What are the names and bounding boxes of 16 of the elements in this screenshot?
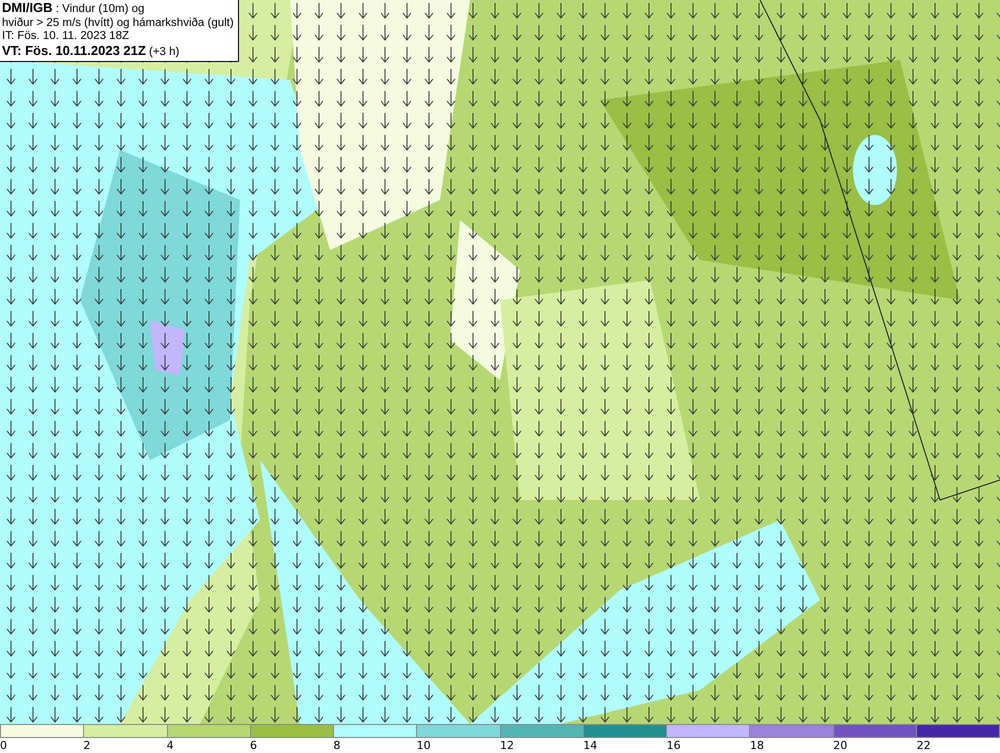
title-line: hviður > 25 m/s (hvítt) og hámarkshviða (gult): [2, 16, 234, 30]
legend-label: 18: [750, 739, 764, 752]
legend-label: 8: [333, 739, 340, 752]
legend-label: 0: [0, 739, 7, 752]
title-line: DMI/IGB : Vindur (10m) og: [2, 1, 146, 16]
legend-label: 16: [666, 739, 681, 752]
legend-label: 20: [833, 739, 848, 752]
legend-label: 14: [583, 739, 598, 752]
title-line: IT: Fös. 10. 11. 2023 18Z: [2, 30, 130, 44]
legend-label: 12: [500, 739, 514, 752]
legend-label: 4: [166, 739, 174, 752]
legend-label: 2: [83, 739, 90, 752]
legend-label: 6: [250, 739, 257, 752]
title-line: VT: Fös. 10.11.2023 21Z (+3 h): [2, 44, 180, 59]
legend-label: 22: [916, 739, 931, 752]
legend-label: 10: [416, 739, 431, 752]
